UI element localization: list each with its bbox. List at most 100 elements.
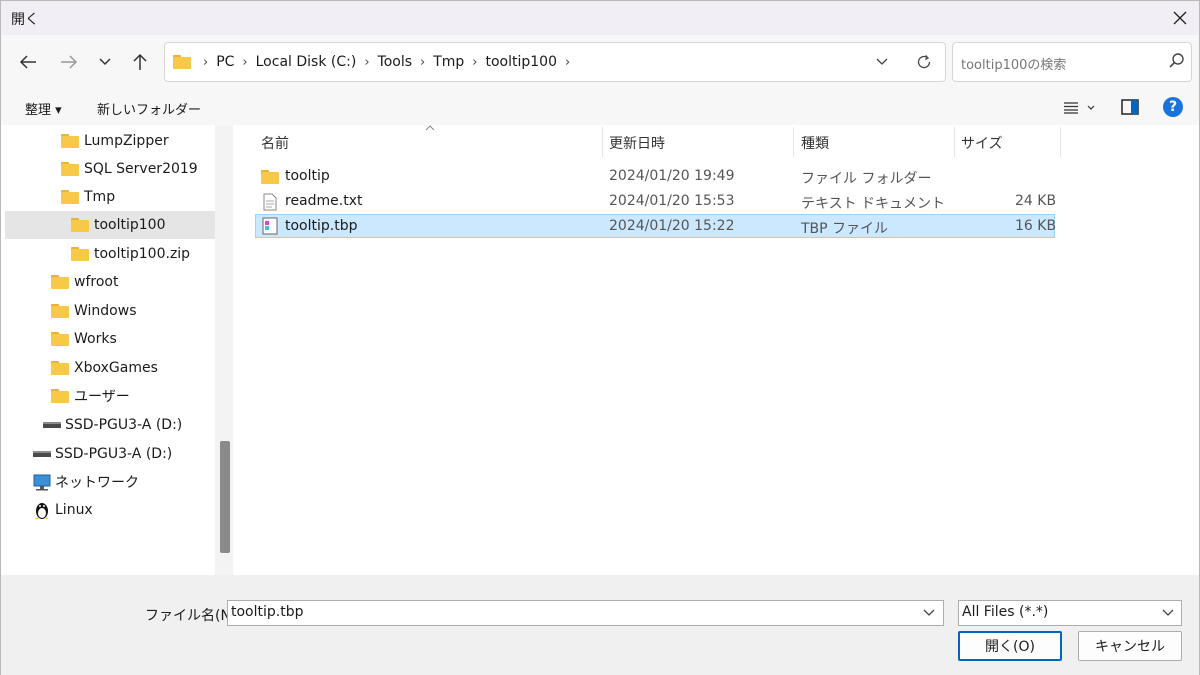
tree-item-lumpzipper[interactable]: LumpZipper (61, 127, 169, 155)
breadcrumb-local-disk[interactable]: Local Disk (C:) (252, 54, 361, 70)
help-button[interactable]: ? (1163, 97, 1183, 117)
chevron-right-icon[interactable]: › (468, 55, 481, 70)
file-row-tooltip[interactable]: tooltip 2024/01/20 19:49 ファイル フォルダー (255, 165, 1055, 189)
tree-item-wfroot[interactable]: wfroot (51, 268, 118, 296)
breadcrumb-tooltip100[interactable]: tooltip100 (482, 54, 562, 70)
network-icon (33, 474, 51, 491)
tree-item-linux[interactable]: Linux (33, 496, 93, 524)
text-file-icon (263, 193, 277, 211)
breadcrumb-pc[interactable]: PC (212, 54, 238, 70)
linux-icon (35, 503, 49, 519)
navigation-bar: › PC › Local Disk (C:) › Tools › Tmp › t… (1, 35, 1199, 91)
column-divider[interactable] (793, 127, 794, 157)
help-icon: ? (1168, 99, 1178, 115)
tree-item-tooltip100-zip[interactable]: tooltip100.zip (71, 240, 190, 268)
refresh-icon (917, 55, 931, 69)
file-type: テキスト ドキュメント (801, 196, 946, 212)
folder-icon (61, 134, 79, 148)
forward-button[interactable] (52, 45, 86, 79)
file-modified: 2024/01/20 15:53 (609, 193, 735, 209)
column-header-size[interactable]: サイズ (961, 133, 1003, 153)
column-divider[interactable] (602, 127, 603, 157)
folder-icon (61, 162, 79, 176)
up-button[interactable] (123, 45, 157, 79)
open-file-dialog: 開く › PC › Local Disk (C:) › Tools › Tmp … (0, 0, 1200, 675)
tree-item-users[interactable]: ユーザー (51, 382, 130, 410)
breadcrumb-tmp[interactable]: Tmp (429, 54, 468, 70)
details-view-icon (1064, 102, 1078, 114)
filename-input[interactable]: tooltip.tbp (227, 600, 944, 626)
close-icon (1173, 11, 1187, 25)
chevron-down-icon[interactable] (923, 609, 935, 617)
search-placeholder: tooltip100の検索 (961, 58, 1067, 73)
navigation-pane: LumpZipper SQL Server2019 Tmp tooltip100… (1, 125, 233, 575)
column-header-name[interactable]: 名前 (261, 133, 289, 153)
chevron-right-icon[interactable]: › (238, 55, 251, 70)
folder-icon (61, 190, 79, 204)
cancel-button[interactable]: キャンセル (1078, 631, 1182, 661)
tree-item-label: SSD-PGU3-A (D:) (55, 446, 173, 462)
chevron-right-icon[interactable]: › (360, 55, 373, 70)
refresh-button[interactable] (907, 43, 941, 81)
folder-icon (51, 361, 69, 375)
tree-item-label: XboxGames (74, 360, 158, 376)
column-divider[interactable] (1060, 127, 1061, 157)
file-row-tooltip-tbp[interactable]: tooltip.tbp 2024/01/20 15:22 TBP ファイル 16… (255, 214, 1056, 238)
file-type: ファイル フォルダー (801, 171, 932, 187)
breadcrumb-tools[interactable]: Tools (374, 54, 417, 70)
filename-value: tooltip.tbp (231, 604, 304, 620)
tree-item-label: SSD-PGU3-A (D:) (65, 417, 183, 433)
close-button[interactable] (1161, 1, 1199, 35)
drive-icon (43, 422, 61, 428)
new-folder-button[interactable]: 新しいフォルダー (97, 99, 201, 118)
folder-icon (173, 55, 191, 69)
chevron-right-icon[interactable]: › (199, 55, 212, 70)
search-box[interactable]: tooltip100の検索 (952, 42, 1192, 82)
title-bar: 開く (1, 1, 1199, 35)
file-row-readme[interactable]: readme.txt 2024/01/20 15:53 テキスト ドキュメント … (255, 190, 1057, 214)
tree-item-xboxgames[interactable]: XboxGames (51, 354, 158, 382)
view-options-button[interactable] (1063, 100, 1103, 116)
preview-pane-button[interactable] (1121, 99, 1139, 115)
window-title: 開く (11, 12, 39, 28)
chevron-right-icon[interactable]: › (416, 55, 429, 70)
tree-item-works[interactable]: Works (51, 325, 117, 353)
tree-item-label: Works (74, 331, 117, 347)
sort-ascending-icon (425, 125, 435, 131)
column-header-type[interactable]: 種類 (801, 133, 829, 153)
chevron-down-icon (1162, 609, 1174, 616)
search-icon[interactable] (1167, 51, 1187, 71)
back-button[interactable] (11, 45, 45, 79)
folder-icon (71, 218, 89, 232)
tree-item-label: LumpZipper (84, 133, 169, 149)
chevron-right-icon[interactable]: › (561, 55, 574, 70)
file-type: TBP ファイル (801, 221, 889, 237)
tree-item-label: Linux (55, 502, 93, 518)
organize-menu[interactable]: 整理 ▾ (25, 99, 62, 118)
folder-icon (261, 170, 279, 184)
file-name: tooltip.tbp (285, 218, 358, 234)
tree-item-tooltip100[interactable]: tooltip100 (5, 211, 215, 239)
tree-item-label: ネットワーク (55, 475, 139, 491)
open-button[interactable]: 開く(O) (958, 631, 1062, 661)
filetype-select[interactable]: All Files (*.*) (958, 600, 1182, 626)
nav-scrollbar-thumb[interactable] (220, 441, 230, 553)
column-divider[interactable] (954, 127, 955, 157)
tbp-file-icon (262, 217, 278, 235)
file-name: tooltip (285, 168, 330, 184)
file-size: 24 KB (1015, 193, 1057, 209)
address-bar[interactable]: › PC › Local Disk (C:) › Tools › Tmp › t… (164, 42, 946, 82)
recent-locations-button[interactable] (88, 45, 122, 79)
command-bar: 整理 ▾ 新しいフォルダー ? (1, 91, 1199, 125)
tree-item-network[interactable]: ネットワーク (33, 468, 139, 496)
folder-icon (51, 304, 69, 318)
tree-item-sql-server[interactable]: SQL Server2019 (61, 155, 198, 183)
chevron-down-icon (99, 58, 111, 66)
tree-item-windows[interactable]: Windows (51, 297, 137, 325)
column-header-modified[interactable]: 更新日時 (609, 133, 665, 153)
tree-item-tmp[interactable]: Tmp (61, 183, 115, 211)
tree-item-drive-d-1[interactable]: SSD-PGU3-A (D:) (43, 411, 182, 439)
tree-item-drive-d-2[interactable]: SSD-PGU3-A (D:) (33, 440, 172, 468)
breadcrumb: › PC › Local Disk (C:) › Tools › Tmp › t… (173, 43, 574, 81)
address-history-dropdown[interactable] (865, 43, 899, 81)
